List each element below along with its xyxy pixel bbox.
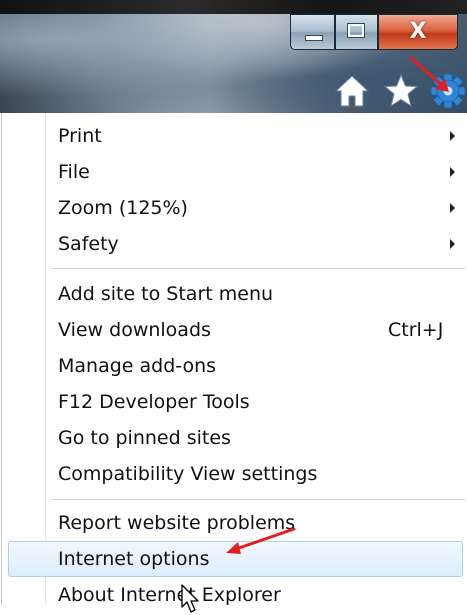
menu-item-f12-developer-tools[interactable]: F12 Developer Tools: [58, 384, 250, 420]
maximize-icon: [347, 23, 365, 38]
close-button[interactable]: X: [378, 14, 458, 50]
close-icon: X: [409, 19, 427, 44]
menu-item-internet-options[interactable]: Internet options: [58, 541, 209, 577]
annotation-arrow-gear: [409, 56, 449, 92]
menu-item-view-downloads[interactable]: View downloads: [58, 312, 211, 348]
menu-separator-highlight: [52, 269, 465, 270]
menu-item-print[interactable]: Print: [58, 118, 102, 154]
submenu-arrow-icon: [450, 203, 455, 213]
menu-separator-highlight: [52, 500, 465, 501]
menu-item-manage-add-ons[interactable]: Manage add-ons: [58, 348, 216, 384]
window-titlebar: X: [0, 0, 467, 113]
menu-item-zoom[interactable]: Zoom (125%): [58, 190, 188, 226]
menu-item-about-internet-explorer[interactable]: About Internet Explorer: [58, 577, 281, 613]
home-icon[interactable]: [334, 73, 370, 109]
submenu-arrow-icon: [450, 167, 455, 177]
mouse-cursor-icon: [181, 584, 199, 613]
menu-item-add-site-to-start-menu[interactable]: Add site to Start menu: [58, 276, 273, 312]
caption-buttons: X: [290, 14, 462, 52]
shortcut-view-downloads: Ctrl+J: [388, 319, 444, 341]
titlebar-dark-strip: [0, 0, 467, 14]
annotation-arrow-internet-options: [226, 527, 296, 554]
menu-icon-gutter: [45, 113, 46, 605]
menu-item-compatibility-view-settings[interactable]: Compatibility View settings: [58, 456, 317, 492]
submenu-arrow-icon: [450, 131, 455, 141]
menu-item-file[interactable]: File: [58, 154, 90, 190]
minimize-icon: [305, 35, 323, 41]
minimize-button[interactable]: [290, 14, 335, 50]
menu-item-go-to-pinned-sites[interactable]: Go to pinned sites: [58, 420, 231, 456]
maximize-button[interactable]: [335, 14, 378, 50]
menu-item-safety[interactable]: Safety: [58, 226, 119, 262]
tools-menu: Print File Zoom (125%) Safety Add site t…: [1, 113, 466, 613]
submenu-arrow-icon: [450, 239, 455, 249]
